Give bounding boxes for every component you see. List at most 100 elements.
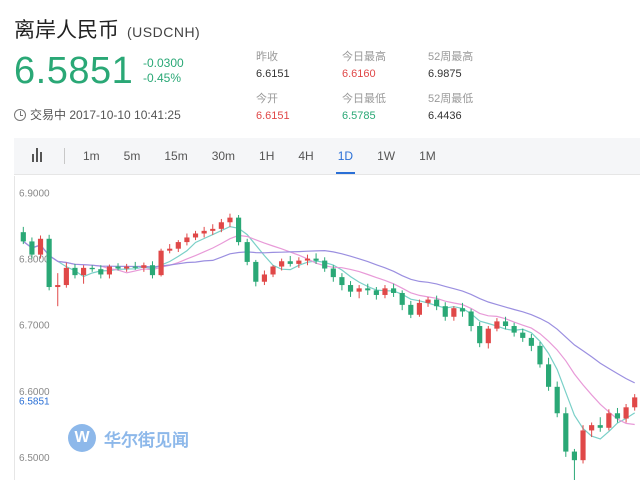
stat-label: 昨收 (256, 51, 278, 63)
stat-value: 6.9875 (428, 68, 462, 80)
tab-1d[interactable]: 1D (326, 138, 365, 174)
toolbar-divider (64, 148, 65, 164)
price-change: -0.0300 -0.45% (143, 56, 184, 86)
candle-body (115, 266, 121, 269)
candle-body (502, 321, 509, 327)
candle-body (261, 274, 267, 282)
candle-body (279, 261, 285, 267)
candle-body (244, 242, 250, 262)
current-price-label: 6.5851 (19, 397, 50, 408)
candle-body (158, 250, 164, 276)
candle-body (330, 268, 336, 278)
candle-body (347, 285, 354, 292)
tab-1w[interactable]: 1W (365, 138, 407, 174)
y-tick-label: 6.7000 (19, 321, 50, 332)
candle-body (511, 326, 517, 333)
candle-body (468, 311, 474, 327)
candle-body (184, 237, 190, 243)
candle-body (253, 261, 259, 282)
watermark-logo-icon: W (68, 424, 96, 452)
candle-body (37, 238, 44, 255)
candle-body (580, 430, 586, 461)
watermark: W 华尔街见闻 (68, 424, 189, 452)
candlestick-type-icon[interactable] (14, 138, 54, 174)
tab-4h[interactable]: 4H (286, 138, 325, 174)
instrument-header: 离岸人民币 (USDCNH) (14, 14, 200, 44)
candle-body (408, 304, 414, 315)
candle-body (485, 328, 491, 344)
candle-body (494, 321, 500, 329)
stat-52w-high: 52周最高 6.9875 (428, 50, 473, 81)
candle-body (416, 302, 422, 315)
stat-value: 6.5785 (342, 110, 376, 122)
candle-body (614, 413, 621, 419)
candle-body (597, 425, 603, 428)
candle-body (81, 267, 87, 276)
candle-body (373, 290, 379, 295)
tab-30m[interactable]: 30m (200, 138, 247, 174)
candle-body (236, 217, 242, 243)
candle-body (29, 241, 35, 255)
candle-body (554, 386, 560, 414)
chart-toolbar: 1m 5m 15m 30m 1H 4H 1D 1W 1M (14, 138, 640, 175)
tab-1h[interactable]: 1H (247, 138, 286, 174)
candle-body (210, 228, 216, 231)
tab-1m[interactable]: 1m (71, 138, 112, 174)
tab-5m[interactable]: 5m (112, 138, 153, 174)
candle-body (227, 217, 233, 223)
candle-body (132, 266, 138, 268)
stat-open: 今开 6.6151 (256, 92, 290, 123)
candle-body (623, 407, 629, 419)
y-tick-label: 6.9000 (19, 189, 50, 200)
candle-body (201, 230, 207, 234)
candle-body (98, 269, 104, 275)
stat-day-high: 今日最高 6.6160 (342, 50, 386, 81)
candle-body (477, 326, 483, 344)
trading-status-text: 交易中 2017-10-10 10:41:25 (30, 108, 181, 122)
stat-label: 52周最低 (428, 93, 474, 105)
candle-body (339, 277, 345, 286)
stat-value: 6.6160 (342, 68, 376, 80)
candle-body (287, 261, 293, 264)
clock-icon (14, 108, 26, 121)
stat-day-low: 今日最低 6.5785 (342, 92, 386, 123)
tab-15m[interactable]: 15m (152, 138, 199, 174)
candle-body (528, 337, 534, 346)
candle-body (356, 288, 362, 292)
stat-label: 今日最低 (342, 93, 386, 105)
candle-body (296, 260, 302, 264)
price-change-abs: -0.0300 (143, 56, 184, 70)
instrument-symbol: (USDCNH) (127, 24, 201, 40)
stat-value: 6.6151 (256, 110, 290, 122)
stat-label: 52周最高 (428, 51, 474, 63)
candle-body (192, 233, 199, 238)
stat-label: 今日最高 (342, 51, 386, 63)
candle-body (322, 260, 328, 269)
candle-body (167, 248, 173, 251)
candle-body (46, 238, 52, 288)
candle-body (563, 413, 569, 452)
price-change-pct: -0.45% (143, 71, 182, 85)
watermark-text: 华尔街见闻 (104, 430, 189, 451)
tab-1mo[interactable]: 1M (407, 138, 448, 174)
stat-value: 6.6151 (256, 68, 290, 80)
stat-prev-close: 昨收 6.6151 (256, 50, 290, 81)
candle-body (451, 308, 457, 317)
candle-body (55, 285, 61, 288)
candle-body (589, 425, 595, 431)
y-tick-label: 6.5000 (19, 453, 50, 464)
candle-body (106, 266, 112, 275)
candle-body (399, 292, 405, 305)
candle-body (425, 299, 431, 303)
instrument-title: 离岸人民币 (14, 18, 119, 42)
candle-body (72, 267, 78, 276)
candle-body (546, 364, 552, 387)
ma-line-long (22, 240, 635, 384)
candle-body (175, 242, 181, 249)
candle-body (391, 288, 397, 293)
candle-body (20, 232, 26, 242)
candle-body (149, 265, 156, 276)
candle-body (124, 266, 130, 269)
stat-label: 今开 (256, 93, 278, 105)
candle-body (218, 222, 224, 229)
